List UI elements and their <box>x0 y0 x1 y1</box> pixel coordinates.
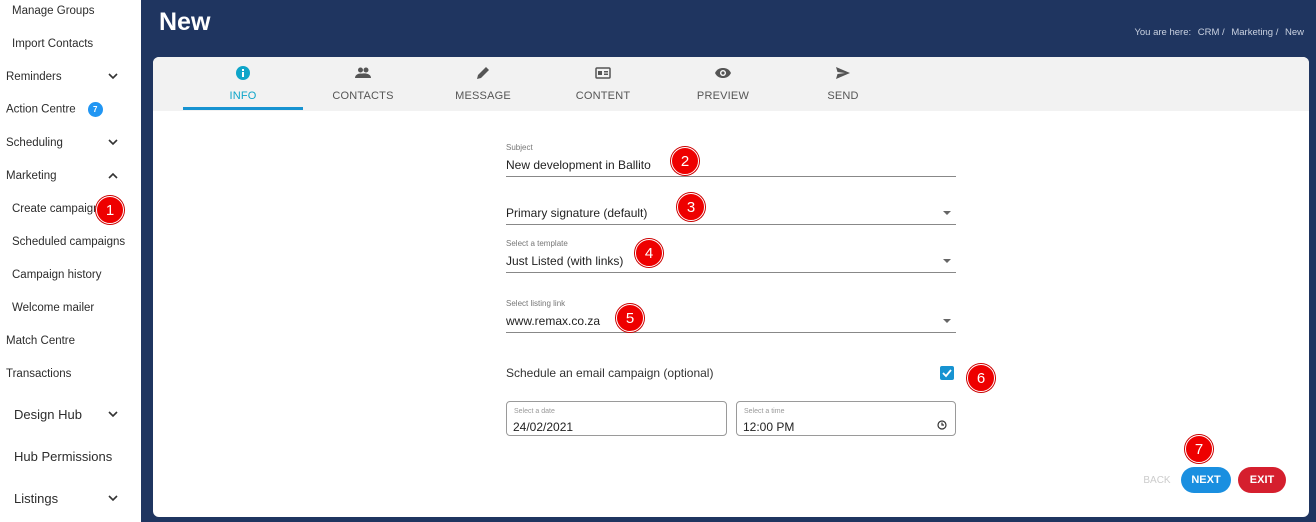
tab-content[interactable]: CONTENT <box>543 57 663 111</box>
exit-button[interactable]: EXIT <box>1238 467 1286 493</box>
breadcrumb-prefix: You are here: <box>1134 27 1192 38</box>
sidebar-item-reminders[interactable]: Reminders <box>0 60 141 93</box>
annotation-marker: 6 <box>967 364 995 392</box>
tab-bar: INFO CONTACTS MESSAGE CONTENT PREVIEW SE… <box>153 57 1309 111</box>
chevron-down-icon <box>107 137 119 149</box>
sidebar-item-label: Scheduled campaigns <box>12 235 126 248</box>
tab-label: INFO <box>229 90 257 102</box>
content-icon <box>595 67 611 79</box>
tab-label: CONTACTS <box>332 90 394 102</box>
sidebar-item-hub-permissions[interactable]: Hub Permissions <box>0 435 141 477</box>
template-label: Select a template <box>506 239 568 248</box>
page-title: New <box>159 8 211 36</box>
date-value: 24/02/2021 <box>513 420 574 434</box>
sidebar-item-match-centre[interactable]: Match Centre <box>0 324 141 357</box>
annotation-marker: 3 <box>677 193 705 221</box>
annotation-marker: 7 <box>1185 435 1213 463</box>
sidebar-item-label: Hub Permissions <box>14 448 113 464</box>
breadcrumb-crm[interactable]: CRM / <box>1198 27 1225 38</box>
sidebar-item-scheduling[interactable]: Scheduling <box>0 126 141 159</box>
dropdown-caret-icon <box>943 319 951 323</box>
annotation-marker: 1 <box>96 196 124 224</box>
date-label: Select a date <box>514 408 555 415</box>
sidebar-item-campaign-history[interactable]: Campaign history <box>0 258 141 291</box>
tab-contacts[interactable]: CONTACTS <box>303 57 423 111</box>
sidebar-item-label: Manage Groups <box>12 4 95 17</box>
sidebar-item-design-hub[interactable]: Design Hub <box>0 393 141 435</box>
back-button[interactable]: BACK <box>1137 467 1177 493</box>
eye-icon <box>715 68 731 78</box>
chevron-down-icon <box>107 492 119 504</box>
dropdown-caret-icon <box>943 259 951 263</box>
tab-label: PREVIEW <box>696 90 750 102</box>
tab-preview[interactable]: PREVIEW <box>663 57 783 111</box>
active-tab-indicator <box>183 107 303 110</box>
time-field[interactable]: Select a time 12:00 PM <box>736 401 956 436</box>
annotation-marker: 5 <box>616 304 644 332</box>
breadcrumb: You are here: CRM / Marketing / New <box>1130 27 1304 38</box>
schedule-checkbox[interactable] <box>940 366 954 380</box>
breadcrumb-new: New <box>1284 27 1304 38</box>
time-value: 12:00 PM <box>743 420 795 434</box>
clock-icon[interactable] <box>937 420 947 430</box>
time-label: Select a time <box>744 408 785 415</box>
sidebar-item-label: Match Centre <box>6 334 76 347</box>
sidebar-item-action-centre[interactable]: Action Centre 7 <box>0 93 141 126</box>
sidebar-item-label: Reminders <box>6 70 62 83</box>
tab-send[interactable]: SEND <box>783 57 903 111</box>
sidebar-item-label: Marketing <box>6 169 57 182</box>
check-icon <box>942 369 952 378</box>
sidebar: Manage Groups Import Contacts Reminders … <box>0 0 141 522</box>
sidebar-item-label: Scheduling <box>6 136 63 149</box>
sidebar-item-marketing[interactable]: Marketing <box>0 159 141 192</box>
main-area: New You are here: CRM / Marketing / New … <box>141 0 1316 522</box>
notification-badge: 7 <box>87 102 103 117</box>
dropdown-caret-icon <box>943 211 951 215</box>
tab-label: SEND <box>827 90 859 102</box>
tab-label: MESSAGE <box>455 90 511 102</box>
schedule-label: Schedule an email campaign (optional) <box>506 366 714 380</box>
sidebar-item-manage-groups[interactable]: Manage Groups <box>0 0 141 27</box>
template-select[interactable]: Select a template Just Listed (with link… <box>506 235 956 273</box>
listing-link-value: www.remax.co.za <box>506 314 601 328</box>
sidebar-item-label: Action Centre <box>6 103 76 116</box>
listing-link-select[interactable]: Select listing link www.remax.co.za <box>506 295 956 333</box>
next-button[interactable]: NEXT <box>1181 467 1231 493</box>
chevron-up-icon <box>107 170 119 182</box>
listing-link-label: Select listing link <box>506 299 566 308</box>
campaign-card: INFO CONTACTS MESSAGE CONTENT PREVIEW SE… <box>153 57 1309 517</box>
signature-value: Primary signature (default) <box>506 206 648 220</box>
annotation-marker: 4 <box>635 239 663 267</box>
tab-info[interactable]: INFO <box>183 57 303 111</box>
sidebar-item-transactions[interactable]: Transactions <box>0 357 141 390</box>
breadcrumb-marketing[interactable]: Marketing / <box>1231 27 1278 38</box>
sidebar-item-label: Import Contacts <box>12 37 94 50</box>
tab-label: CONTENT <box>575 90 631 102</box>
sidebar-item-welcome-mailer[interactable]: Welcome mailer <box>0 291 141 324</box>
people-icon <box>355 67 371 78</box>
chevron-down-icon <box>107 408 119 420</box>
template-value: Just Listed (with links) <box>506 254 624 268</box>
sidebar-item-scheduled-campaigns[interactable]: Scheduled campaigns <box>0 225 141 258</box>
sidebar-item-listings[interactable]: Listings <box>0 477 141 519</box>
info-icon <box>236 66 250 80</box>
chevron-down-icon <box>107 71 119 83</box>
sidebar-item-import-contacts[interactable]: Import Contacts <box>0 27 141 60</box>
sidebar-item-label: Campaign history <box>12 268 102 281</box>
subject-input[interactable]: New development in Ballito <box>506 158 651 172</box>
subject-field[interactable]: Subject New development in Ballito <box>506 139 956 177</box>
signature-select[interactable]: Primary signature (default) <box>506 197 956 225</box>
sidebar-item-label: Listings <box>14 490 59 506</box>
sidebar-item-label: Transactions <box>6 367 72 380</box>
subject-label: Subject <box>506 143 533 152</box>
annotation-marker: 2 <box>671 147 699 175</box>
date-field[interactable]: Select a date 24/02/2021 <box>506 401 727 436</box>
sidebar-item-label: Welcome mailer <box>12 301 95 314</box>
sidebar-item-label: Design Hub <box>14 406 82 422</box>
tab-message[interactable]: MESSAGE <box>423 57 543 111</box>
pencil-icon <box>477 67 489 79</box>
send-icon <box>836 67 850 79</box>
